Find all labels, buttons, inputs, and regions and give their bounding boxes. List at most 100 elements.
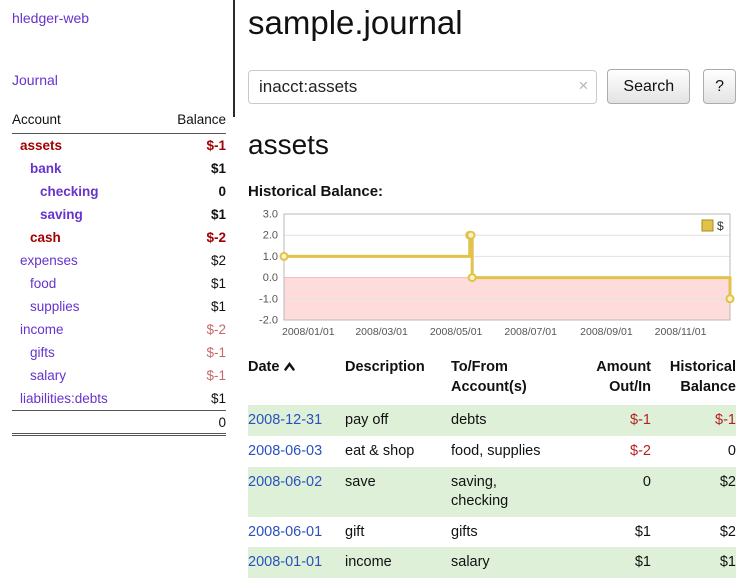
account-link-bank[interactable]: bank <box>30 161 62 176</box>
balance-chart: 3.02.01.00.0-1.0-2.02008/01/012008/03/01… <box>248 208 736 344</box>
account-link-supplies[interactable]: supplies <box>30 299 80 314</box>
svg-text:2008/01/01: 2008/01/01 <box>282 326 335 338</box>
transaction-date-link[interactable]: 2008-12-31 <box>248 412 322 428</box>
transaction-balance: $1 <box>651 547 736 578</box>
register-header-date[interactable]: Date <box>248 358 345 405</box>
svg-text:-1.0: -1.0 <box>259 293 278 305</box>
account-link-gifts[interactable]: gifts <box>30 345 55 360</box>
page-title: sample.journal <box>248 4 736 42</box>
transaction-amount: 0 <box>569 467 651 517</box>
sidebar-divider <box>233 0 235 117</box>
chart-container: 3.02.01.00.0-1.0-2.02008/01/012008/03/01… <box>248 208 736 344</box>
account-balance: $2 <box>154 249 226 272</box>
transaction-description: gift <box>345 517 451 548</box>
account-row: cash $-2 <box>12 226 226 249</box>
svg-text:0.0: 0.0 <box>263 272 278 284</box>
transaction-amount: $-2 <box>569 436 651 467</box>
account-row: bank $1 <box>12 157 226 180</box>
clear-search-icon[interactable]: × <box>578 76 588 96</box>
account-balance: $-1 <box>154 134 226 158</box>
transaction-balance: $2 <box>651 517 736 548</box>
transaction-accounts: debts <box>451 405 569 436</box>
svg-text:-2.0: -2.0 <box>259 315 278 327</box>
sidebar: hledger-web Journal Account Balance asse… <box>0 0 236 436</box>
search-row: × Search ? <box>248 69 736 104</box>
transaction-amount: $-1 <box>569 405 651 436</box>
accounts-total-row: 0 <box>12 411 226 435</box>
account-balance: $1 <box>154 203 226 226</box>
transaction-amount: $1 <box>569 517 651 548</box>
transaction-description: pay off <box>345 405 451 436</box>
account-balance: $1 <box>154 157 226 180</box>
transaction-date-link[interactable]: 2008-06-03 <box>248 443 322 459</box>
help-button[interactable]: ? <box>703 69 736 104</box>
register-header-row: Date Description To/From Account(s) Amou… <box>248 358 736 405</box>
svg-text:2008/09/01: 2008/09/01 <box>580 326 633 338</box>
accounts-header-account: Account <box>12 108 154 134</box>
account-link-cash[interactable]: cash <box>30 230 61 245</box>
account-link-income[interactable]: income <box>20 322 64 337</box>
account-link-assets[interactable]: assets <box>20 138 62 153</box>
transaction-amount: $1 <box>569 547 651 578</box>
account-balance: $-2 <box>154 226 226 249</box>
transaction-balance: $-1 <box>651 405 736 436</box>
main-content: sample.journal × Search ? assets Histori… <box>248 0 736 578</box>
register-header-balance: Historical Balance <box>651 358 736 405</box>
register-row: 2008-01-01 income salary $1 $1 <box>248 547 736 578</box>
account-row: salary $-1 <box>12 364 226 387</box>
transaction-description: save <box>345 467 451 517</box>
sidebar-item-journal[interactable]: Journal <box>12 72 236 88</box>
account-link-expenses[interactable]: expenses <box>20 253 78 268</box>
accounts-total: 0 <box>154 411 226 435</box>
account-row: liabilities:debts $1 <box>12 387 226 411</box>
account-link-checking[interactable]: checking <box>40 184 99 199</box>
account-link-salary[interactable]: salary <box>30 368 66 383</box>
account-balance: $1 <box>154 272 226 295</box>
account-balance: $-2 <box>154 318 226 341</box>
account-link-saving[interactable]: saving <box>40 207 83 222</box>
account-balance: 0 <box>154 180 226 203</box>
account-link-liabilities-debts[interactable]: liabilities:debts <box>20 391 108 406</box>
transaction-date-link[interactable]: 2008-06-02 <box>248 474 322 490</box>
transaction-accounts: salary <box>451 547 569 578</box>
transaction-balance: $2 <box>651 467 736 517</box>
svg-text:2008/03/01: 2008/03/01 <box>355 326 408 338</box>
svg-text:2.0: 2.0 <box>263 230 278 242</box>
transaction-date-link[interactable]: 2008-06-01 <box>248 524 322 540</box>
account-row: income $-2 <box>12 318 226 341</box>
account-row: assets $-1 <box>12 134 226 158</box>
register-header-amount: Amount Out/In <box>569 358 651 405</box>
svg-text:2008/11/01: 2008/11/01 <box>655 326 707 338</box>
transaction-date-link[interactable]: 2008-01-01 <box>248 554 322 570</box>
register-row: 2008-06-01 gift gifts $1 $2 <box>248 517 736 548</box>
svg-text:$: $ <box>717 219 724 233</box>
accounts-table: Account Balance assets $-1 bank $1 check… <box>12 108 226 436</box>
transaction-balance: 0 <box>651 436 736 467</box>
app-brand-link[interactable]: hledger-web <box>12 10 89 26</box>
account-row: gifts $-1 <box>12 341 226 364</box>
account-balance: $1 <box>154 295 226 318</box>
chart-title: Historical Balance: <box>248 183 736 200</box>
register-row: 2008-12-31 pay off debts $-1 $-1 <box>248 405 736 436</box>
account-balance: $1 <box>154 387 226 411</box>
svg-text:3.0: 3.0 <box>263 209 278 221</box>
transaction-accounts: gifts <box>451 517 569 548</box>
account-row: expenses $2 <box>12 249 226 272</box>
search-input[interactable] <box>248 70 597 104</box>
search-button[interactable]: Search <box>607 69 690 104</box>
account-row: saving $1 <box>12 203 226 226</box>
sort-ascending-icon <box>284 358 295 378</box>
account-row: checking 0 <box>12 180 226 203</box>
transaction-description: income <box>345 547 451 578</box>
register-header-accounts: To/From Account(s) <box>451 358 569 405</box>
account-balance: $-1 <box>154 364 226 387</box>
search-box: × <box>248 70 597 104</box>
register-header-description: Description <box>345 358 451 405</box>
accounts-header-balance: Balance <box>154 108 226 134</box>
transaction-accounts: saving, checking <box>451 467 569 517</box>
accounts-header-row: Account Balance <box>12 108 226 134</box>
register-table: Date Description To/From Account(s) Amou… <box>248 358 736 578</box>
transaction-description: eat & shop <box>345 436 451 467</box>
account-link-food[interactable]: food <box>30 276 56 291</box>
svg-text:2008/05/01: 2008/05/01 <box>430 326 483 338</box>
